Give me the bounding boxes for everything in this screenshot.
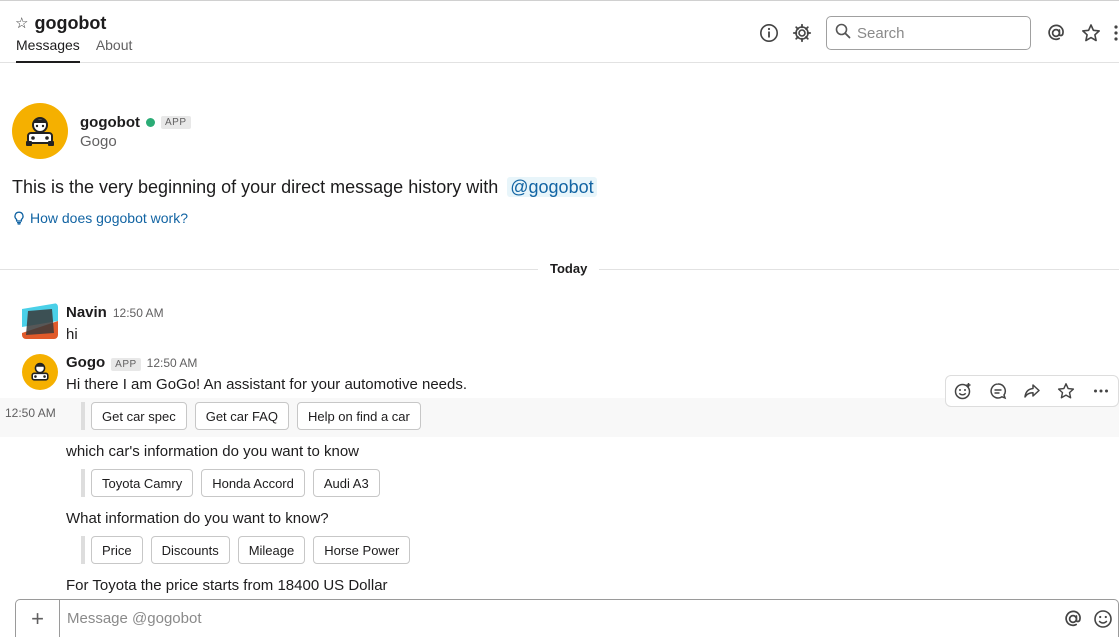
tab-messages[interactable]: Messages (16, 37, 80, 63)
message-input[interactable] (60, 610, 1058, 627)
toyota-camry-button[interactable]: Toyota Camry (91, 469, 194, 497)
channel-title: ☆ gogobot (15, 13, 106, 34)
mentions-icon[interactable] (1045, 22, 1067, 44)
honda-accord-button[interactable]: Honda Accord (201, 469, 305, 497)
more-actions-icon[interactable] (1084, 375, 1118, 407)
help-link-label[interactable]: How does gogobot work? (30, 210, 188, 226)
discounts-button[interactable]: Discounts (150, 536, 230, 564)
bot-avatar-small[interactable] (22, 354, 58, 390)
day-divider-label: Today (538, 261, 600, 276)
starred-items-icon[interactable] (1080, 22, 1102, 44)
tab-about[interactable]: About (96, 37, 133, 63)
message-composer: + (15, 599, 1119, 637)
message-text: For Toyota the price starts from 18400 U… (66, 577, 388, 594)
sender-name[interactable]: Gogo (66, 354, 105, 371)
message-actions-toolbar (945, 375, 1119, 407)
bot-mention-link[interactable]: @gogobot (507, 177, 597, 197)
car-choice-button-group: Toyota Camry Honda Accord Audi A3 (81, 469, 380, 497)
header-tabs: Messages About (16, 37, 132, 63)
intro-beginning-text: This is the very beginning of your direc… (12, 177, 597, 198)
message-timestamp[interactable]: 12:50 AM (113, 306, 164, 320)
hover-timestamp[interactable]: 12:50 AM (5, 406, 56, 420)
search-icon (835, 23, 851, 44)
mileage-button[interactable]: Mileage (237, 536, 306, 564)
search-box[interactable] (826, 16, 1031, 50)
user-avatar[interactable] (22, 303, 58, 339)
message-header: Gogo APP 12:50 AM (66, 354, 197, 371)
lightbulb-icon (14, 211, 24, 225)
add-reaction-icon[interactable] (946, 375, 980, 407)
message-timestamp[interactable]: 12:50 AM (147, 356, 198, 370)
more-icon[interactable] (1110, 22, 1119, 44)
message-text: hi (66, 326, 78, 343)
get-car-spec-button[interactable]: Get car spec (91, 402, 187, 430)
get-car-faq-button[interactable]: Get car FAQ (194, 402, 289, 430)
taxi-driver-icon (31, 362, 49, 381)
intro-bot-name-row: gogobot APP (80, 114, 191, 131)
bot-avatar[interactable] (12, 103, 68, 159)
intro-bot-name[interactable]: gogobot (80, 114, 140, 131)
message-text: What information do you want to know? (66, 510, 329, 527)
star-message-icon[interactable] (1049, 375, 1083, 407)
app-badge: APP (160, 116, 191, 129)
intro-subtitle: Gogo (80, 133, 117, 150)
app-badge: APP (111, 358, 141, 371)
price-button[interactable]: Price (91, 536, 143, 564)
share-icon[interactable] (1015, 375, 1049, 407)
search-input[interactable] (857, 24, 1017, 42)
star-icon[interactable]: ☆ (15, 16, 28, 31)
action-button-group: Get car spec Get car FAQ Help on find a … (81, 402, 421, 430)
channel-name[interactable]: gogobot (34, 13, 106, 34)
message-text: which car's information do you want to k… (66, 443, 360, 460)
help-find-car-button[interactable]: Help on find a car (296, 402, 421, 430)
audi-a3-button[interactable]: Audi A3 (312, 469, 380, 497)
horse-power-button[interactable]: Horse Power (313, 536, 411, 564)
sender-name[interactable]: Navin (66, 304, 107, 321)
beginning-text: This is the very beginning of your direc… (12, 177, 499, 197)
attach-plus-icon[interactable]: + (16, 600, 60, 637)
message-header: Navin 12:50 AM (66, 304, 164, 321)
help-link[interactable]: How does gogobot work? (13, 210, 188, 226)
emoji-icon[interactable] (1088, 604, 1118, 634)
taxi-driver-icon (26, 117, 54, 146)
message-text: Hi there I am GoGo! An assistant for you… (66, 376, 468, 393)
channel-header: ☆ gogobot Messages About (0, 0, 1119, 63)
reply-thread-icon[interactable] (980, 375, 1014, 407)
info-icon[interactable] (758, 22, 780, 44)
online-status-icon (145, 118, 155, 127)
info-choice-button-group: Price Discounts Mileage Horse Power (81, 536, 411, 564)
mention-icon[interactable] (1058, 604, 1088, 634)
gear-icon[interactable] (791, 22, 813, 44)
